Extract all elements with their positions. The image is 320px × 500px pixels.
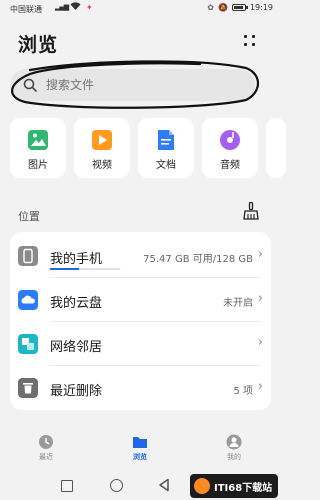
network-icon [18,334,38,354]
page-title: 浏览 [18,34,59,56]
category-label: 音频 [220,160,240,171]
cloud-icon [18,290,38,310]
wifi-icon [70,2,81,14]
bottom-tab-bar: 最近 浏览 我的 [0,428,281,470]
carrier-label: 中国联通 [10,5,42,14]
tab-recent[interactable]: 最近 [16,428,76,462]
person-icon [226,434,242,450]
storage-value: 75.47 GB 可用/128 GB [143,254,253,265]
clock-time: 19:19 [249,3,273,12]
clock-icon [39,435,53,449]
chevron-right-icon: › [257,379,263,394]
search-bar[interactable] [10,69,255,101]
category-more[interactable] [266,118,286,178]
category-row: 图片 视频 文档 音频 [10,118,286,180]
category-images[interactable]: 图片 [10,118,66,178]
deleted-count: 5 项 [233,386,253,397]
huawei-icon: ✿ [207,3,214,12]
search-icon [23,78,37,92]
folder-icon [133,437,147,448]
watermark-text: ITI68下载站 [214,482,273,494]
audio-icon [220,130,240,150]
location-recently-deleted[interactable]: 最近删除 5 项 › [10,366,271,410]
tab-label: 我的 [227,453,241,461]
tab-mine[interactable]: 我的 [204,428,264,462]
video-icon [92,130,112,150]
chevron-right-icon: › [257,247,263,262]
location-cloud-drive[interactable]: 我的云盘 未开启 › [10,278,271,322]
home-button[interactable] [110,479,123,492]
clean-icon[interactable] [243,202,259,220]
image-icon [28,130,48,150]
location-my-phone[interactable]: 我的手机 75.47 GB 可用/128 GB › [10,234,271,278]
category-label: 视频 [92,160,112,171]
location-label: 我的手机 [50,252,103,267]
battery-icon [231,4,248,11]
locations-card: 我的手机 75.47 GB 可用/128 GB › 我的云盘 未开启 › 网络邻… [10,232,271,410]
location-label: 我的云盘 [50,296,103,311]
back-button[interactable] [158,478,170,492]
tab-browse[interactable]: 浏览 [110,428,170,462]
chevron-right-icon: › [257,335,263,350]
category-audio[interactable]: 音频 [202,118,258,178]
search-input[interactable] [44,77,228,93]
location-label: 最近删除 [50,384,103,399]
trash-icon [18,378,38,398]
recent-apps-button[interactable] [61,480,73,492]
category-label: 文档 [156,160,176,171]
category-label: 图片 [28,160,48,171]
watermark-logo-icon [194,478,210,494]
location-network[interactable]: 网络邻居 › [10,322,271,366]
category-videos[interactable]: 视频 [74,118,130,178]
watermark: ITI68下载站 [190,474,278,498]
cloud-status: 未开启 [223,298,253,309]
more-menu-icon[interactable] [243,34,257,48]
mute-icon: 🔕 [217,3,228,12]
signal-icon: ▂▄▆ [55,3,69,11]
section-title: 位置 [18,210,40,223]
storage-progress-bar [50,268,120,270]
location-label: 网络邻居 [50,340,103,355]
document-icon [158,130,174,150]
tab-label: 浏览 [133,453,147,461]
phone-icon [18,246,38,266]
status-bar: 中国联通 ▂▄▆ ✦ ✿ 🔕 19:19 [0,0,281,18]
chevron-right-icon: › [257,291,263,306]
category-documents[interactable]: 文档 [138,118,194,178]
notification-icon: ✦ [86,3,93,12]
tab-label: 最近 [39,453,53,461]
